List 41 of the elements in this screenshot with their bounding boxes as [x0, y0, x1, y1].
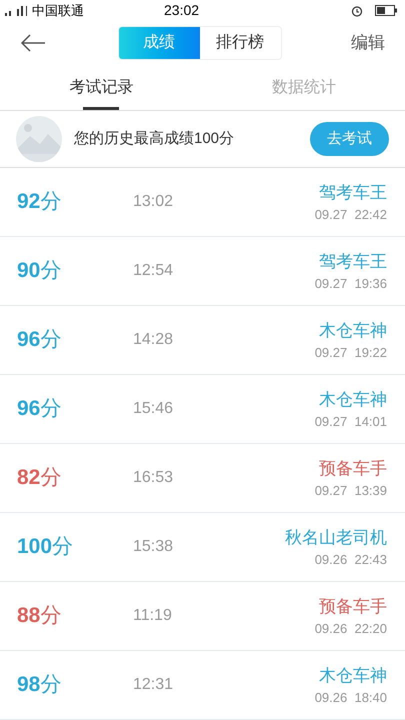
score-text: 96分 [17, 327, 62, 354]
score-text: 90分 [17, 258, 62, 284]
date-text: 09.27 22:42 [314, 206, 387, 224]
score-text: 92分 [17, 189, 62, 216]
tab-underline [83, 107, 119, 110]
date-text: 09.27 14:01 [314, 413, 387, 431]
rank-title: 木仓车神 [319, 320, 387, 342]
rank-title: 预备车手 [319, 596, 387, 618]
duration-text: 13:02 [133, 192, 174, 212]
duration-text: 12:54 [133, 261, 174, 281]
rank-title: 驾考车王 [319, 182, 387, 204]
duration-text: 15:46 [133, 399, 174, 419]
battery-icon [375, 5, 397, 16]
score-text: 100分 [17, 534, 74, 560]
rank-title: 驾考车王 [319, 250, 387, 272]
duration-text: 16:53 [133, 468, 174, 488]
duration-text: 15:38 [133, 537, 174, 557]
date-text: 09.27 13:39 [314, 482, 387, 500]
alarm-icon [351, 4, 363, 16]
duration-text: 12:31 [133, 675, 174, 695]
duration-text: 14:28 [133, 330, 174, 350]
carrier-name: 中国联通 [32, 2, 84, 20]
score-text: 96分 [17, 396, 62, 422]
score-text: 98分 [17, 672, 62, 698]
rank-title: 木仓车神 [319, 664, 387, 686]
date-text: 09.26 22:20 [314, 620, 387, 638]
rank-title: 秋名山老司机 [285, 526, 387, 548]
best-score-text: 您的历史最高成绩100分 [74, 128, 236, 149]
date-text: 09.27 19:22 [314, 344, 387, 362]
tab[interactable]: 考试记录 [0, 65, 202, 110]
score-text: 82分 [17, 465, 62, 492]
date-text: 09.26 22:43 [314, 551, 387, 569]
date-text: 09.27 19:36 [314, 275, 387, 293]
clock-time: 23:02 [164, 1, 200, 20]
score-text: 88分 [17, 603, 62, 630]
edit-button[interactable]: 编辑 [351, 30, 385, 56]
rank-title: 预备车手 [319, 458, 387, 480]
date-text: 09.26 18:40 [314, 689, 387, 707]
duration-text: 11:19 [133, 606, 172, 626]
signal-icon [4, 4, 28, 16]
rank-title: 木仓车神 [319, 388, 387, 410]
